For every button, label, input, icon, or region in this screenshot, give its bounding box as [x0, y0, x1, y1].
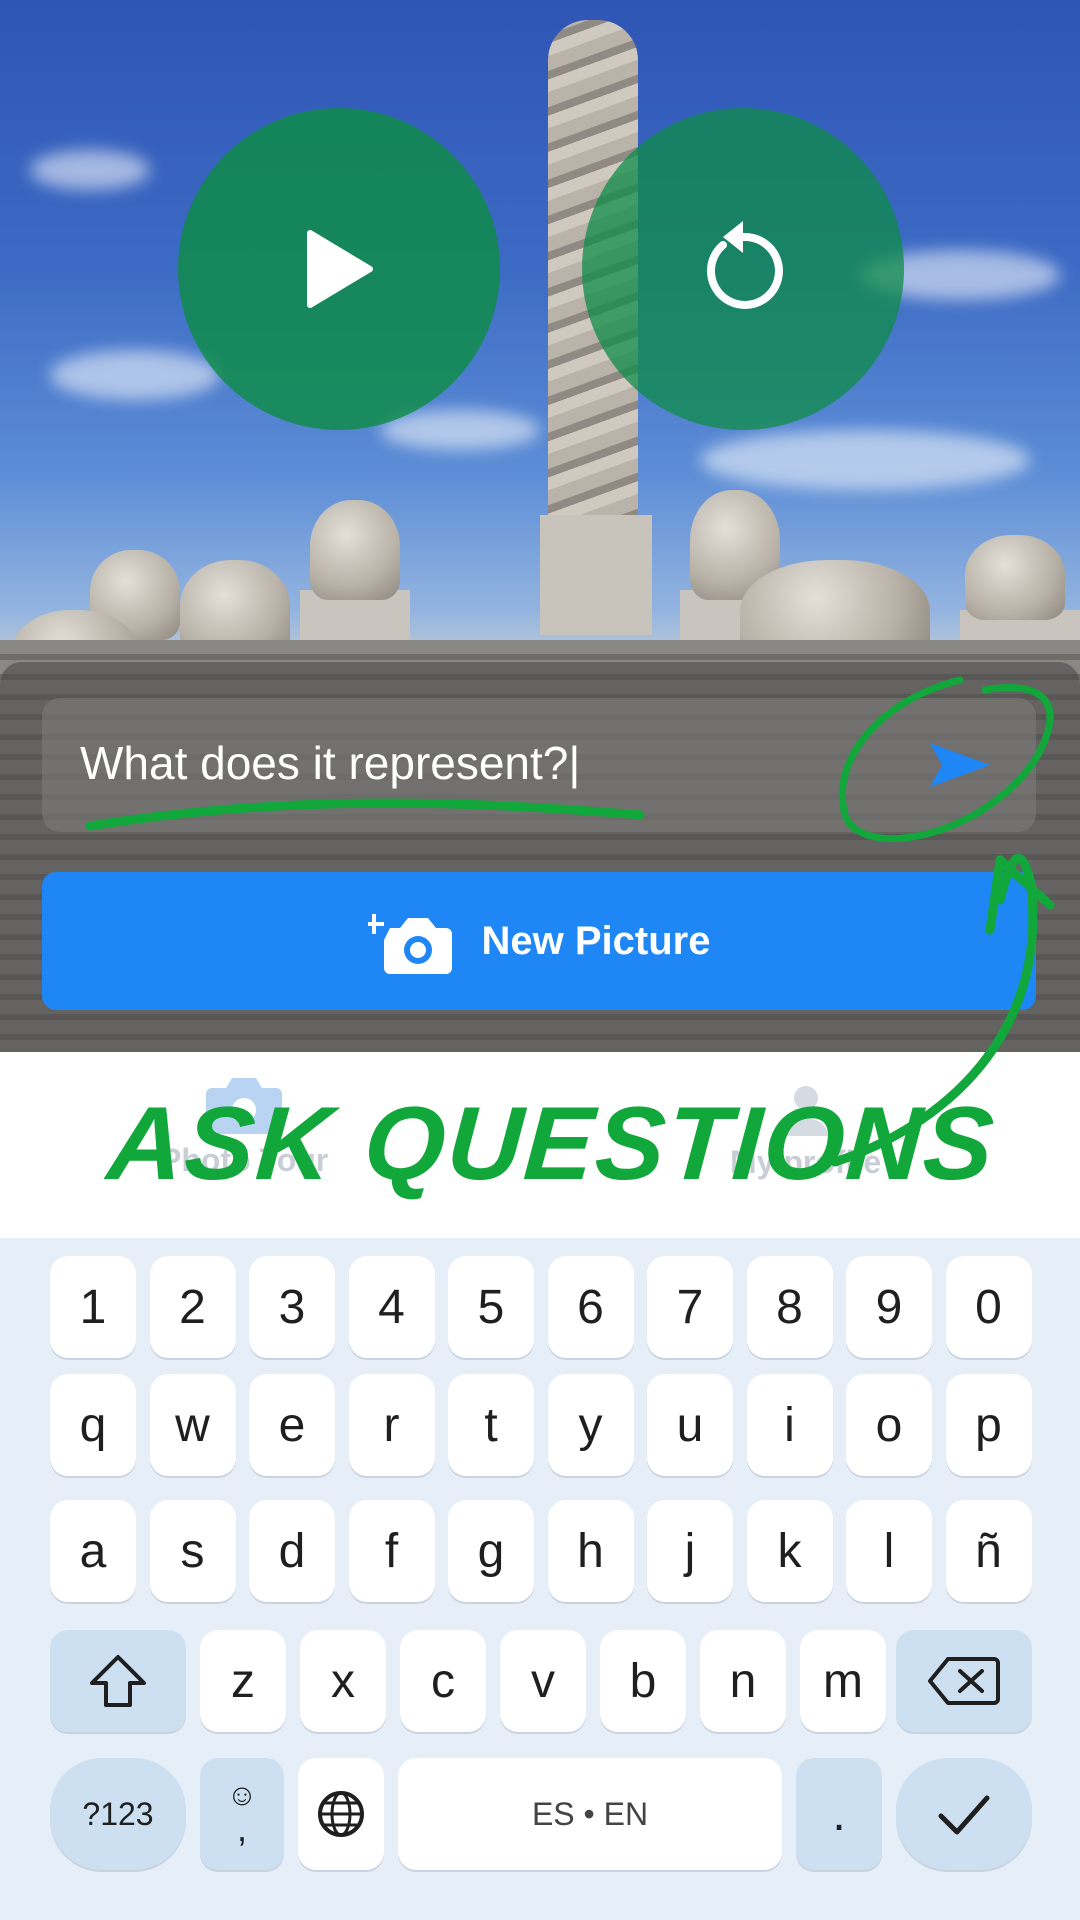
new-picture-button[interactable]: New Picture — [42, 872, 1036, 1010]
key-l[interactable]: l — [846, 1500, 932, 1602]
key-t[interactable]: t — [448, 1374, 534, 1476]
key-8[interactable]: 8 — [746, 1256, 833, 1358]
send-icon — [930, 743, 990, 787]
key-o[interactable]: o — [846, 1374, 932, 1476]
key-c[interactable]: c — [400, 1630, 486, 1732]
emoji-comma-key[interactable]: ☺ , — [200, 1758, 284, 1870]
key-5[interactable]: 5 — [448, 1256, 534, 1358]
key-9[interactable]: 9 — [846, 1256, 932, 1358]
key-e[interactable]: e — [249, 1374, 335, 1476]
backspace-key[interactable] — [896, 1630, 1032, 1732]
question-input-text[interactable]: What does it represent?| — [80, 736, 580, 790]
key-g[interactable]: g — [448, 1500, 534, 1602]
key-w[interactable]: w — [149, 1374, 236, 1476]
key-k[interactable]: k — [746, 1500, 833, 1602]
play-button[interactable] — [178, 108, 500, 430]
key-1[interactable]: 1 — [50, 1256, 136, 1358]
emoji-icon: ☺ — [226, 1779, 258, 1812]
send-button[interactable] — [920, 732, 1000, 798]
key-x[interactable]: x — [300, 1630, 386, 1732]
key-q[interactable]: q — [50, 1374, 136, 1476]
key-n[interactable]: n — [700, 1630, 786, 1732]
ask-questions-annotation: ASK QUESTIONS — [103, 1086, 1000, 1202]
comma-label: , — [236, 1808, 247, 1849]
key-p[interactable]: p — [945, 1374, 1032, 1476]
play-icon — [307, 230, 373, 308]
key-h[interactable]: h — [547, 1500, 634, 1602]
key-y[interactable]: y — [547, 1374, 634, 1476]
shift-icon — [90, 1655, 146, 1707]
language-key[interactable] — [298, 1758, 384, 1870]
key-7[interactable]: 7 — [647, 1256, 733, 1358]
keyboard: 1234567890 qwertyuiop asdfghjklñ zxcvbnm… — [0, 1238, 1080, 1920]
key-r[interactable]: r — [348, 1374, 435, 1476]
backspace-icon — [928, 1657, 1000, 1705]
key-0[interactable]: 0 — [945, 1256, 1032, 1358]
enter-key[interactable] — [896, 1758, 1032, 1870]
space-key[interactable]: ES • EN — [398, 1758, 782, 1870]
key-6[interactable]: 6 — [547, 1256, 634, 1358]
key-3[interactable]: 3 — [249, 1256, 335, 1358]
key-s[interactable]: s — [149, 1500, 236, 1602]
new-picture-label: New Picture — [481, 918, 711, 963]
add-camera-icon — [367, 914, 452, 974]
key-f[interactable]: f — [348, 1500, 435, 1602]
checkmark-icon — [938, 1795, 990, 1835]
globe-icon — [318, 1791, 364, 1837]
replay-icon — [706, 221, 783, 309]
key-v[interactable]: v — [500, 1630, 586, 1732]
key-4[interactable]: 4 — [348, 1256, 435, 1358]
key-b[interactable]: b — [600, 1630, 686, 1732]
replay-button[interactable] — [582, 108, 904, 430]
key-z[interactable]: z — [200, 1630, 286, 1732]
key-j[interactable]: j — [647, 1500, 733, 1602]
period-key[interactable]: . — [796, 1758, 882, 1870]
key-a[interactable]: a — [50, 1500, 136, 1602]
key-d[interactable]: d — [249, 1500, 335, 1602]
key-m[interactable]: m — [800, 1630, 886, 1732]
symbols-key[interactable]: ?123 — [50, 1758, 186, 1870]
shift-key[interactable] — [50, 1630, 186, 1732]
key-n-tilde[interactable]: ñ — [945, 1500, 1032, 1602]
key-u[interactable]: u — [647, 1374, 733, 1476]
key-2[interactable]: 2 — [149, 1256, 236, 1358]
key-i[interactable]: i — [746, 1374, 833, 1476]
